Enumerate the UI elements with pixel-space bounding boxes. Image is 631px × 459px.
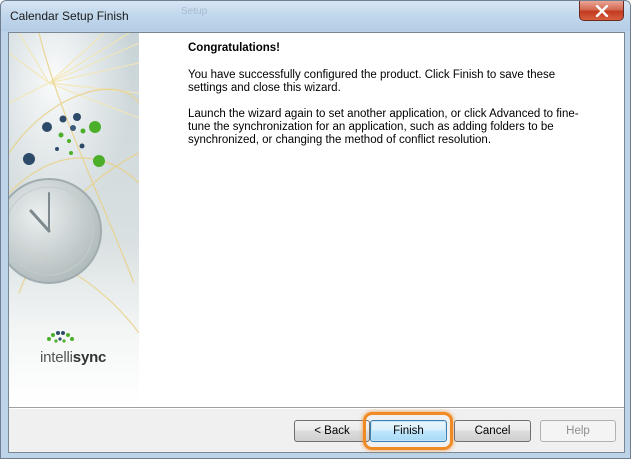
window-title: Calendar Setup Finish: [10, 9, 129, 23]
page-heading: Congratulations!: [188, 42, 280, 54]
footer-separator: [9, 407, 624, 409]
finish-button[interactable]: Finish: [370, 420, 447, 442]
brand-logo-text: intellisync: [40, 349, 106, 366]
brand-text-part1: intelli: [40, 349, 73, 366]
success-message: You have successfully configured the pro…: [188, 69, 556, 94]
clock-icon: [9, 178, 102, 284]
back-button[interactable]: < Back: [294, 420, 370, 442]
wizard-window: Calendar Setup Finish Setup intellisync …: [0, 0, 631, 459]
wizard-content: intellisync Congratulations! You have su…: [9, 33, 624, 407]
side-banner: intellisync: [9, 33, 139, 407]
close-icon: [595, 4, 608, 17]
close-button[interactable]: [579, 1, 624, 21]
background-window-title: Setup: [181, 6, 208, 17]
help-button[interactable]: Help: [540, 420, 616, 442]
advanced-info-message: Launch the wizard again to set another a…: [188, 108, 579, 146]
title-bar[interactable]: Calendar Setup Finish Setup: [1, 1, 630, 31]
cancel-button[interactable]: Cancel: [454, 420, 531, 442]
wizard-client-area: intellisync Congratulations! You have su…: [8, 32, 625, 453]
brand-text-part2: sync: [72, 349, 107, 366]
